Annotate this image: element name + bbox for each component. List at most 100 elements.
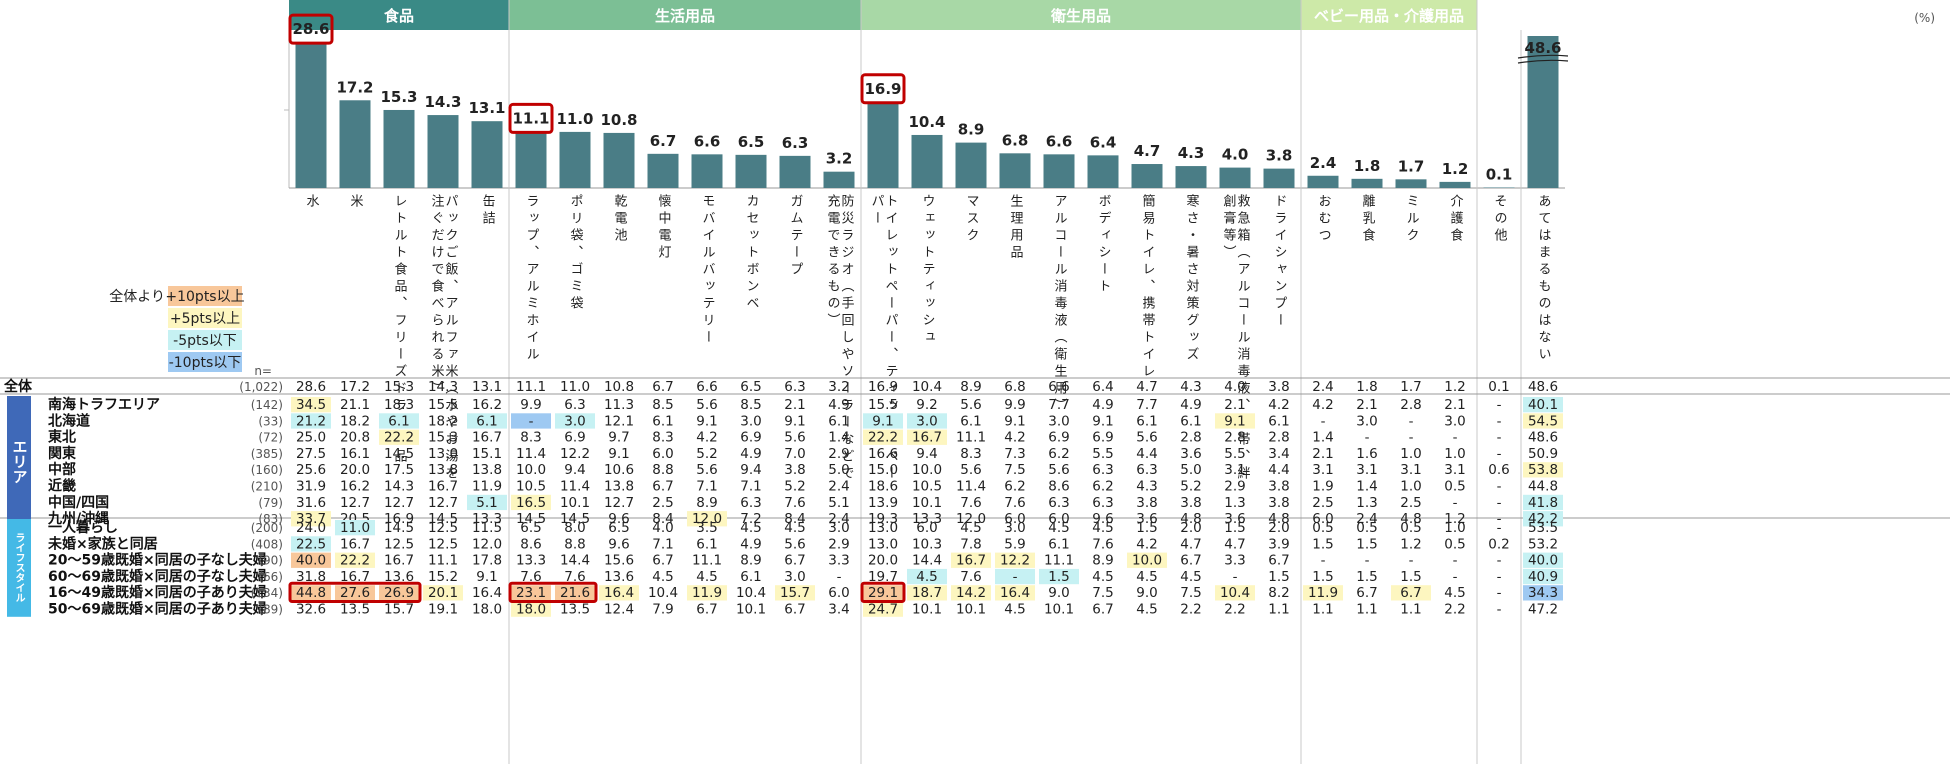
row-n: (72)	[258, 431, 283, 445]
table-cell: 7.8	[960, 536, 981, 552]
row-label: 関東	[48, 445, 76, 462]
table-cell: 9.1	[608, 446, 629, 462]
table-cell: 6.9	[564, 430, 585, 446]
row-label: 東北	[48, 429, 76, 446]
table-cell: 6.0	[828, 585, 849, 601]
table-cell: 13.5	[560, 602, 590, 618]
bar	[471, 121, 503, 188]
table-cell: -	[837, 569, 842, 585]
table-cell: 12.7	[604, 495, 634, 511]
table-cell: 11.0	[340, 520, 370, 536]
table-cell: 13.6	[604, 569, 634, 585]
table-cell: 11.0	[560, 379, 590, 395]
table-cell: 12.2	[1000, 553, 1030, 569]
table-cell: 15.7	[384, 602, 414, 618]
table-cell: 8.0	[564, 520, 585, 536]
table-cell: 3.0	[828, 520, 849, 536]
table-cell: 1.1	[1268, 602, 1289, 618]
table-cell: -	[1233, 569, 1238, 585]
bar	[735, 154, 767, 188]
table-cell: 7.3	[1004, 446, 1025, 462]
table-cell: 17.2	[340, 379, 370, 395]
table-cell: 9.1	[1224, 413, 1245, 429]
table-cell: 3.0	[784, 569, 805, 585]
table-cell: 6.7	[784, 602, 805, 618]
bar	[339, 100, 371, 188]
table-cell: 21.6	[560, 585, 590, 601]
group-label: エリア	[11, 439, 29, 484]
table-cell: 16.4	[1000, 585, 1030, 601]
table-cell: 10.0	[912, 462, 942, 478]
table-cell: 2.2	[1180, 602, 1201, 618]
bar-value-label: 2.4	[1310, 154, 1337, 172]
table-cell: 10.8	[604, 379, 634, 395]
table-cell: 6.7	[652, 553, 673, 569]
table-cell: 48.6	[1528, 379, 1558, 395]
table-cell: -	[1497, 553, 1502, 569]
table-cell: 12.0	[472, 536, 502, 552]
table-cell: 3.8	[1180, 495, 1201, 511]
table-cell: 3.8	[784, 462, 805, 478]
table-cell: 9.9	[1004, 397, 1025, 413]
item-label: 乾電池	[612, 194, 628, 245]
item-label: 寒さ・暑さ対策グッズ	[1184, 193, 1200, 364]
table-cell: 12.1	[604, 413, 634, 429]
table-cell: 18.2	[340, 413, 370, 429]
table-cell: 7.0	[784, 446, 805, 462]
row-label: 未婚×家族と同居	[48, 535, 158, 552]
table-cell: 4.5	[1092, 569, 1113, 585]
table-cell: 4.9	[828, 397, 849, 413]
table-cell: 20.8	[340, 430, 370, 446]
table-cell: -	[1497, 479, 1502, 495]
item-label: 創膏等）	[1221, 194, 1237, 262]
row-n: (134)	[251, 586, 283, 600]
table-cell: 16.4	[604, 585, 634, 601]
table-cell: 1.0	[1400, 446, 1421, 462]
bar-value-label: 6.7	[650, 132, 677, 150]
table-cell: -	[1453, 569, 1458, 585]
row-label: 60～69歳既婚×同居の子なし夫婦	[48, 568, 267, 585]
table-cell: 6.0	[652, 446, 673, 462]
table-cell: 16.1	[340, 446, 370, 462]
bar	[867, 101, 899, 188]
table-cell: 2.8	[1400, 397, 1421, 413]
table-cell: 5.1	[828, 495, 849, 511]
table-cell: 53.2	[1528, 536, 1558, 552]
bar	[1483, 187, 1515, 188]
bar	[1219, 167, 1251, 188]
table-cell: 1.4	[1356, 479, 1377, 495]
table-cell: 11.4	[516, 446, 546, 462]
table-cell: 6.1	[1180, 413, 1201, 429]
table-cell: 4.7	[1136, 379, 1157, 395]
table-cell: 11.1	[1044, 553, 1074, 569]
table-cell: 9.9	[520, 397, 541, 413]
survey-chart: 食品 生活用品 衛生用品 ベビー用品・介護用品 (%)28.617.215.3 14.3 1…	[0, 0, 1950, 764]
table-cell: 3.0	[1444, 413, 1465, 429]
table-cell: 13.0	[868, 536, 898, 552]
table-cell: 11.1	[516, 379, 546, 395]
table-cell: 5.6	[696, 397, 717, 413]
table-cell: 18.0	[472, 602, 502, 618]
table-cell: 6.8	[1004, 379, 1025, 395]
table-cell: 34.3	[1528, 585, 1558, 601]
table-cell: 40.0	[296, 553, 326, 569]
bar-value-label: 6.6	[1046, 132, 1073, 150]
table-cell: 50.9	[1528, 446, 1558, 462]
table-cell: 16.4	[472, 585, 502, 601]
table-cell: 4.5	[652, 569, 673, 585]
row-n: (210)	[251, 480, 283, 494]
table-cell: 9.1	[476, 569, 497, 585]
table-cell: 4.2	[1004, 430, 1025, 446]
table-cell: 6.7	[696, 602, 717, 618]
table-cell: 4.5	[1004, 602, 1025, 618]
table-cell: 2.1	[784, 397, 805, 413]
table-cell: 6.9	[1092, 430, 1113, 446]
table-cell: 6.6	[1048, 379, 1069, 395]
table-cell: 3.8	[1268, 479, 1289, 495]
total-row-n: (1,022)	[239, 380, 283, 394]
table-cell: 12.4	[604, 602, 634, 618]
table-cell: 9.4	[740, 462, 761, 478]
table-cell: 12.7	[340, 495, 370, 511]
table-cell: 15.7	[780, 585, 810, 601]
table-cell: 10.6	[604, 462, 634, 478]
